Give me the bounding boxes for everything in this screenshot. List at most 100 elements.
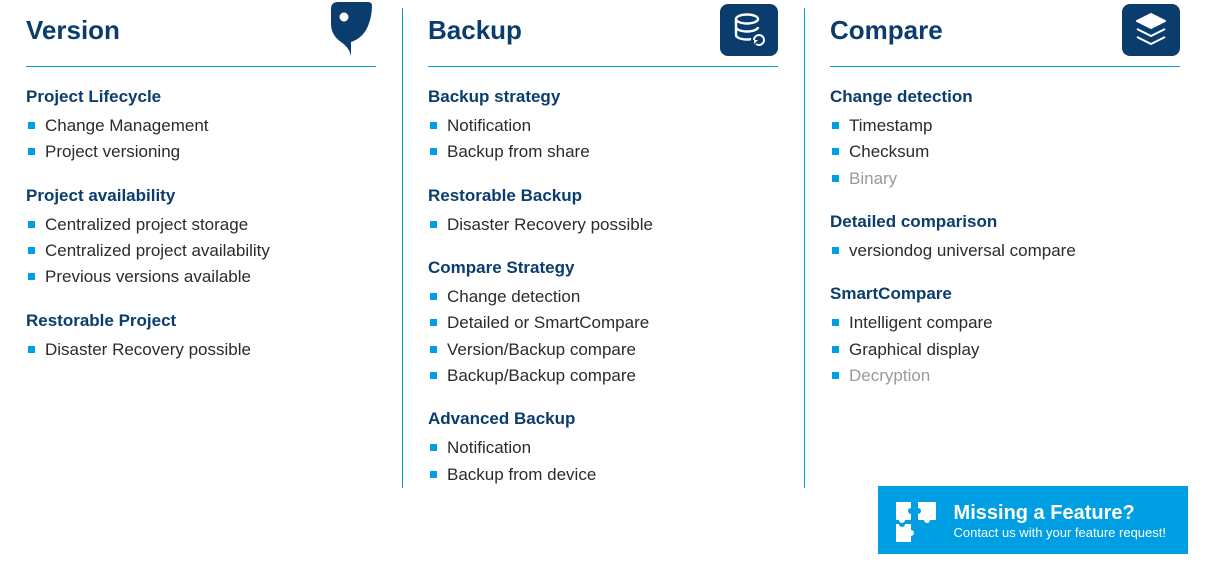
bullet-icon [430,319,437,326]
item-label: Centralized project storage [45,212,248,238]
bullet-icon [430,221,437,228]
compare-icon [1122,4,1180,56]
item-list: Notification Backup from share [428,113,778,166]
item-label: Graphical display [849,337,979,363]
list-item: Backup from device [428,462,778,488]
divider [26,66,376,67]
item-list: Intelligent compare Graphical display De… [830,310,1180,389]
column-title: Backup [428,15,522,46]
column-backup: Backup [402,0,804,528]
item-label: Binary [849,166,897,192]
bullet-icon [28,247,35,254]
section-compare-strategy: Compare Strategy Change detection Detail… [428,258,778,389]
item-label: Timestamp [849,113,932,139]
bullet-icon [28,221,35,228]
list-item: Version/Backup compare [428,337,778,363]
bullet-icon [430,148,437,155]
backup-icon [720,4,778,56]
item-label: Disaster Recovery possible [447,212,653,238]
list-item: Detailed or SmartCompare [428,310,778,336]
column-header: Backup [428,0,778,60]
section-detailed-comparison: Detailed comparison versiondog universal… [830,212,1180,264]
item-list: Disaster Recovery possible [26,337,376,363]
section-title: Project availability [26,186,376,206]
bullet-icon [832,122,839,129]
item-label: Notification [447,435,531,461]
puzzle-icon [892,496,940,544]
list-item: Binary [830,166,1180,192]
column-header: Compare [830,0,1180,60]
section-project-lifecycle: Project Lifecycle Change Management Proj… [26,87,376,166]
item-label: Centralized project availability [45,238,270,264]
item-list: Timestamp Checksum Binary [830,113,1180,192]
feature-table: { "columns": [ { "title": "Version", "ic… [0,0,1206,570]
bullet-icon [832,247,839,254]
list-item: Project versioning [26,139,376,165]
item-label: Backup from device [447,462,596,488]
item-label: versiondog universal compare [849,238,1076,264]
bullet-icon [430,122,437,129]
section-title: Compare Strategy [428,258,778,278]
bullet-icon [28,122,35,129]
section-backup-strategy: Backup strategy Notification Backup from… [428,87,778,166]
list-item: Timestamp [830,113,1180,139]
section-title: Restorable Project [26,311,376,331]
item-list: Centralized project storage Centralized … [26,212,376,291]
bullet-icon [430,372,437,379]
list-item: Backup/Backup compare [428,363,778,389]
bullet-icon [430,346,437,353]
item-label: Decryption [849,363,930,389]
list-item: Graphical display [830,337,1180,363]
item-label: Project versioning [45,139,180,165]
item-list: Disaster Recovery possible [428,212,778,238]
section-title: Project Lifecycle [26,87,376,107]
item-label: Notification [447,113,531,139]
bullet-icon [28,273,35,280]
list-item: Change Management [26,113,376,139]
banner-subtitle: Contact us with your feature request! [954,525,1166,540]
column-header: Version [26,0,376,60]
column-title: Compare [830,15,943,46]
list-item: Previous versions available [26,264,376,290]
bullet-icon [832,148,839,155]
item-label: Detailed or SmartCompare [447,310,649,336]
column-compare: Compare Change detection Timestamp [804,0,1206,528]
item-list: Change Management Project versioning [26,113,376,166]
divider [830,66,1180,67]
list-item: versiondog universal compare [830,238,1180,264]
section-restorable-backup: Restorable Backup Disaster Recovery poss… [428,186,778,238]
bullet-icon [430,444,437,451]
bullet-icon [28,346,35,353]
list-item: Backup from share [428,139,778,165]
bullet-icon [430,471,437,478]
feature-request-banner[interactable]: Missing a Feature? Contact us with your … [878,486,1188,554]
bullet-icon [832,175,839,182]
section-advanced-backup: Advanced Backup Notification Backup from… [428,409,778,488]
item-label: Checksum [849,139,929,165]
section-restorable-project: Restorable Project Disaster Recovery pos… [26,311,376,363]
bullet-icon [832,319,839,326]
bullet-icon [28,148,35,155]
section-smartcompare: SmartCompare Intelligent compare Graphic… [830,284,1180,389]
list-item: Disaster Recovery possible [26,337,376,363]
divider [428,66,778,67]
list-item: Change detection [428,284,778,310]
list-item: Intelligent compare [830,310,1180,336]
list-item: Notification [428,113,778,139]
item-label: Previous versions available [45,264,251,290]
item-label: Backup/Backup compare [447,363,636,389]
bullet-icon [832,346,839,353]
item-label: Version/Backup compare [447,337,636,363]
section-project-availability: Project availability Centralized project… [26,186,376,291]
version-icon [318,4,376,56]
column-title: Version [26,15,120,46]
banner-text: Missing a Feature? Contact us with your … [954,501,1166,540]
list-item: Centralized project storage [26,212,376,238]
item-list: Change detection Detailed or SmartCompar… [428,284,778,389]
banner-title: Missing a Feature? [954,501,1166,525]
section-title: Restorable Backup [428,186,778,206]
item-label: Disaster Recovery possible [45,337,251,363]
section-title: Backup strategy [428,87,778,107]
bullet-icon [430,293,437,300]
list-item: Disaster Recovery possible [428,212,778,238]
